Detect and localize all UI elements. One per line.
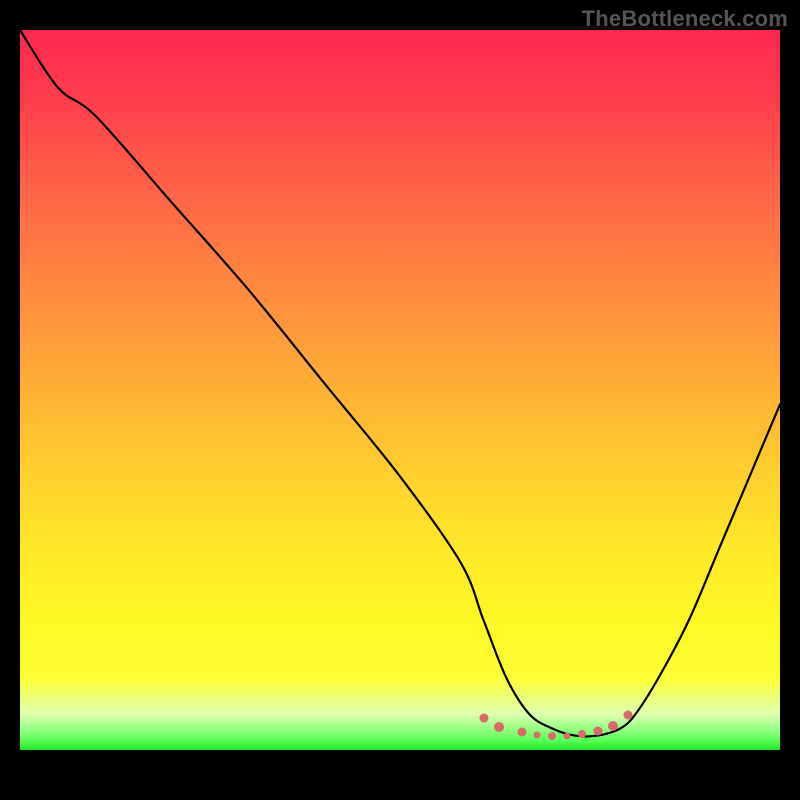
bottleneck-curve — [20, 30, 780, 770]
plot-area — [20, 30, 780, 790]
watermark-label: TheBottleneck.com — [582, 6, 788, 32]
chart-canvas: TheBottleneck.com — [0, 0, 800, 800]
